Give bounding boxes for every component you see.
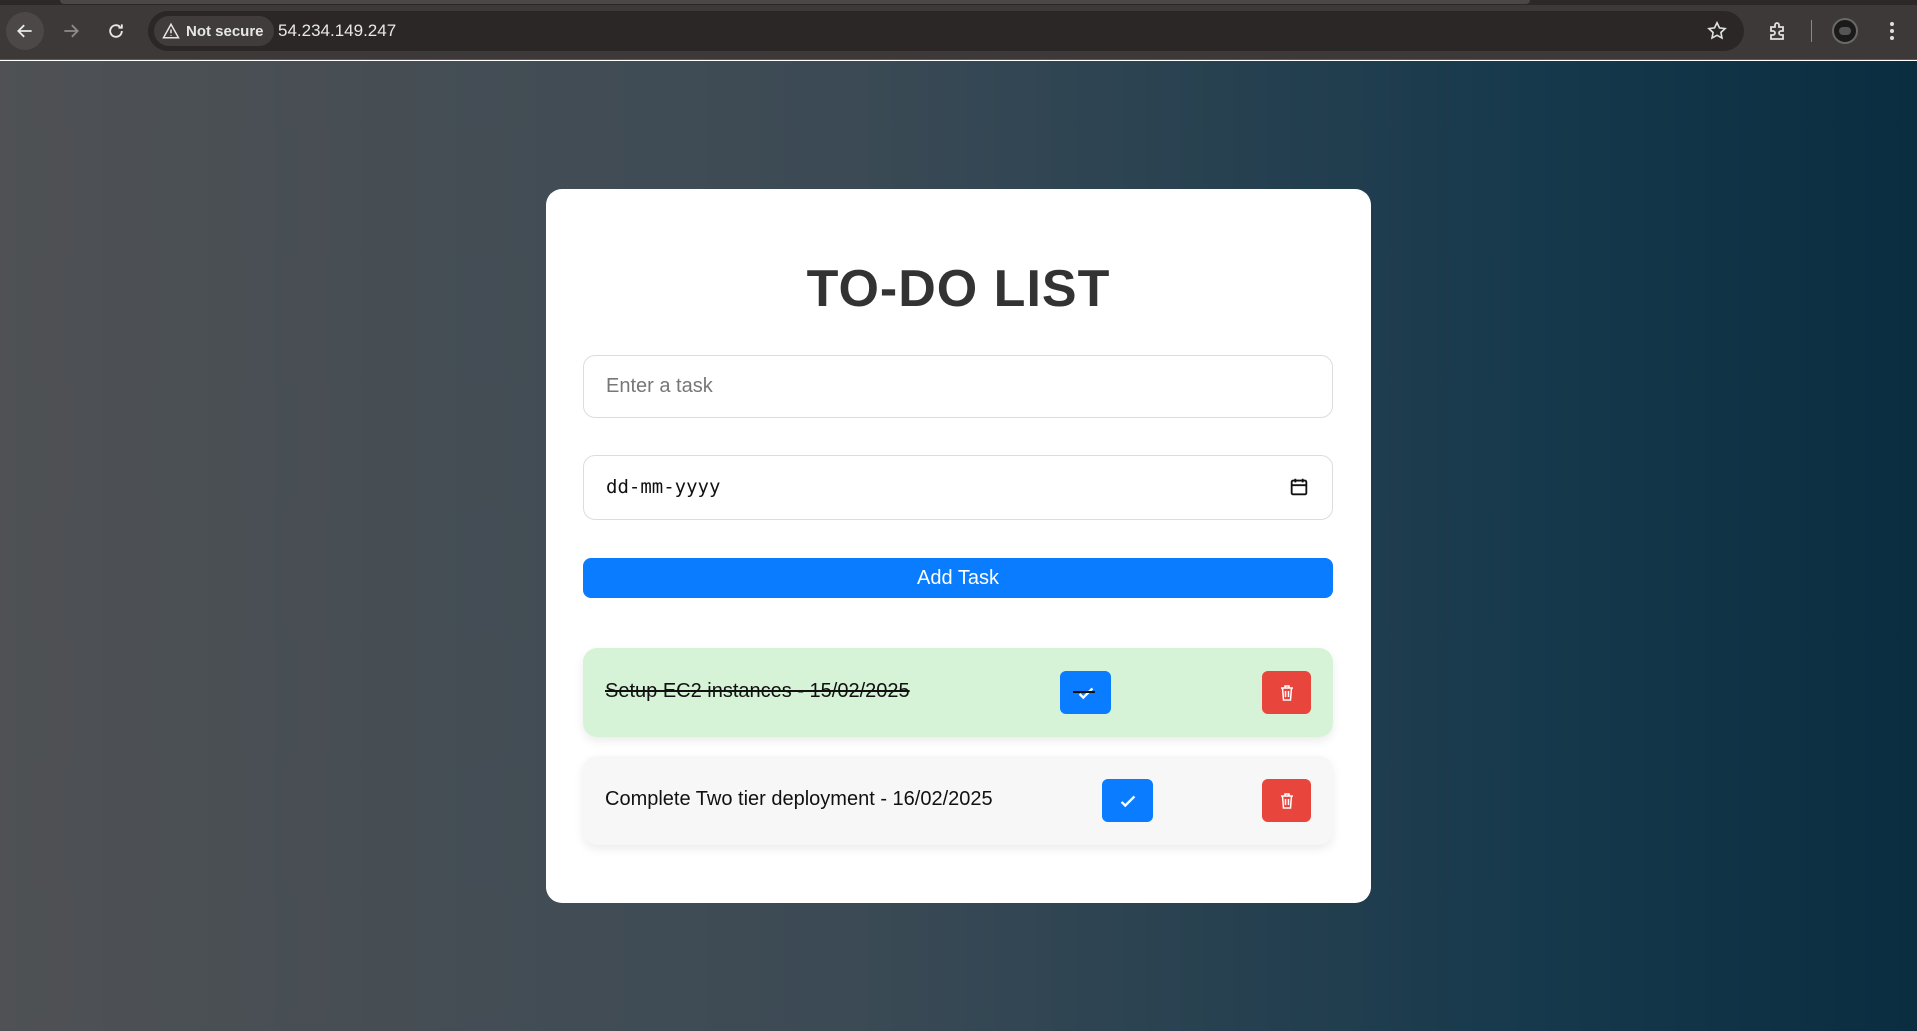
complete-button[interactable]: [1102, 779, 1153, 822]
browser-toolbar: Not secure 54.234.149.247: [0, 0, 1917, 60]
todo-card: TO-DO LIST dd-mm-yyyy Add Task Setup EC2…: [546, 189, 1371, 903]
warning-icon: [162, 22, 180, 39]
bookmark-star-icon[interactable]: [1706, 20, 1728, 42]
security-indicator[interactable]: Not secure: [154, 16, 274, 46]
task-text: Setup EC2 instances - 15/02/2025: [605, 680, 910, 702]
profile-avatar[interactable]: [1832, 18, 1858, 44]
reload-button[interactable]: [97, 12, 135, 50]
back-button[interactable]: [6, 12, 44, 50]
address-bar[interactable]: Not secure 54.234.149.247: [148, 11, 1744, 51]
trash-icon: [1280, 792, 1293, 809]
task-input[interactable]: [583, 355, 1333, 418]
arrow-right-icon: [64, 24, 79, 38]
complete-button[interactable]: [1060, 671, 1111, 714]
date-input[interactable]: dd-mm-yyyy: [583, 455, 1333, 520]
task-item: Setup EC2 instances - 15/02/2025: [583, 648, 1333, 737]
checkmark-icon: [1120, 795, 1135, 807]
tab-strip: [0, 0, 1917, 5]
url-text[interactable]: 54.234.149.247: [278, 21, 396, 41]
calendar-icon[interactable]: [1288, 476, 1310, 498]
more-menu-icon[interactable]: [1880, 19, 1904, 43]
task-item: Complete Two tier deployment - 16/02/202…: [583, 756, 1333, 845]
security-label: Not secure: [186, 22, 264, 40]
page-viewport: TO-DO LIST dd-mm-yyyy Add Task Setup EC2…: [0, 61, 1917, 1031]
strikethrough-mark: [1073, 691, 1095, 693]
delete-button[interactable]: [1262, 671, 1311, 714]
page-title: TO-DO LIST: [806, 260, 1111, 318]
reload-icon: [109, 24, 123, 38]
task-text: Complete Two tier deployment - 16/02/202…: [605, 788, 993, 810]
delete-button[interactable]: [1262, 779, 1311, 822]
trash-icon: [1280, 684, 1293, 701]
forward-button[interactable]: [52, 12, 90, 50]
arrow-left-icon: [17, 24, 32, 38]
active-tab[interactable]: [60, 0, 1530, 4]
add-task-button[interactable]: Add Task: [583, 558, 1333, 598]
date-placeholder: dd-mm-yyyy: [606, 476, 721, 498]
extensions-puzzle-icon[interactable]: [1766, 19, 1790, 43]
toolbar-divider: [1811, 20, 1812, 42]
